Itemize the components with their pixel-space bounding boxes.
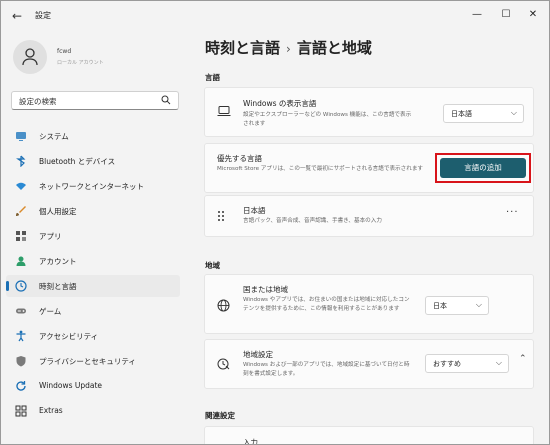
display-language-desc: 設定やエクスプローラーなどの Windows 機能は、この言語で表示されます bbox=[243, 112, 412, 127]
country-region-desc: Windows やアプリでは、お住まいの国または地域に対応したコンテンツを提供す… bbox=[243, 297, 410, 312]
shield-icon bbox=[16, 356, 26, 367]
country-region-value: 日本 bbox=[433, 302, 447, 310]
display-language-select[interactable]: 日本語 ⌵ bbox=[443, 104, 524, 123]
sidebar-item-label: Windows Update bbox=[39, 381, 103, 390]
related-input-card[interactable]: 入力 bbox=[204, 426, 534, 445]
settings-window: ← 設定 — ☐ ✕ fcwd ローカル アカウント 設定の検索 システム Bl… bbox=[0, 0, 550, 445]
chevron-down-icon: ⌵ bbox=[495, 358, 502, 367]
sidebar-item-label: 時刻と言語 bbox=[39, 282, 77, 291]
brush-icon bbox=[16, 206, 26, 216]
sidebar-item-label: アプリ bbox=[39, 232, 62, 241]
search-input[interactable]: 設定の検索 bbox=[11, 91, 179, 110]
installed-language-desc: 言語パック、音声合成、音声認識、手書き、基本の入力 bbox=[243, 218, 382, 224]
sidebar-item-accounts[interactable]: アカウント bbox=[6, 250, 180, 272]
display-language-card: Windows の表示言語 設定やエクスプローラーなどの Windows 機能は… bbox=[204, 87, 534, 137]
sidebar-item-label: アカウント bbox=[39, 257, 77, 266]
breadcrumb-parent[interactable]: 時刻と言語 bbox=[205, 39, 280, 57]
accessibility-icon bbox=[16, 330, 26, 342]
clock-globe-icon bbox=[15, 280, 27, 292]
expand-chevron-icon[interactable]: ⌃ bbox=[519, 354, 527, 364]
gamepad-icon bbox=[16, 308, 26, 314]
sidebar-item-label: システム bbox=[39, 132, 69, 141]
user-name: fcwd bbox=[57, 48, 72, 55]
sidebar-item-network[interactable]: ネットワークとインターネット bbox=[6, 175, 180, 197]
section-title-related: 関連設定 bbox=[205, 411, 235, 420]
close-button[interactable]: ✕ bbox=[522, 5, 544, 25]
drag-handle-icon[interactable] bbox=[217, 210, 225, 222]
country-region-card: 国または地域 Windows やアプリでは、お住まいの国または地域に対応したコン… bbox=[204, 274, 534, 334]
monitor-icon bbox=[16, 132, 26, 141]
maximize-button[interactable]: ☐ bbox=[495, 5, 517, 25]
avatar[interactable] bbox=[13, 40, 47, 74]
installed-language-title: 日本語 bbox=[243, 206, 266, 215]
active-indicator bbox=[6, 281, 9, 291]
sidebar-item-system[interactable]: システム bbox=[6, 125, 180, 147]
laptop-icon bbox=[217, 106, 231, 116]
minimize-button[interactable]: — bbox=[466, 5, 488, 25]
regional-format-desc: Windows および一部のアプリでは、地域設定に基づいて日付と時刻を書式設定し… bbox=[243, 362, 410, 377]
search-icon bbox=[161, 95, 171, 105]
extras-icon bbox=[15, 405, 27, 417]
sidebar-item-extras[interactable]: Extras bbox=[6, 400, 180, 422]
globe-icon bbox=[217, 299, 230, 312]
preferred-language-title: 優先する言語 bbox=[217, 154, 262, 163]
wifi-icon bbox=[16, 182, 26, 190]
section-title-region: 地域 bbox=[205, 261, 220, 270]
regional-format-card[interactable]: 地域設定 Windows および一部のアプリでは、地域設定に基づいて日付と時刻を… bbox=[204, 339, 534, 389]
country-region-title: 国または地域 bbox=[243, 285, 288, 294]
display-language-value: 日本語 bbox=[451, 110, 472, 118]
chevron-down-icon: ⌵ bbox=[475, 300, 482, 309]
sidebar-item-label: Bluetooth とデバイス bbox=[39, 157, 116, 166]
country-region-select[interactable]: 日本 ⌵ bbox=[425, 296, 489, 315]
sidebar-item-personalization[interactable]: 個人用設定 bbox=[6, 200, 180, 222]
bluetooth-icon bbox=[16, 155, 26, 167]
related-input-title: 入力 bbox=[243, 438, 258, 445]
add-language-button[interactable]: 言語の追加 bbox=[440, 158, 526, 178]
regional-format-select[interactable]: おすすめ ⌵ bbox=[425, 354, 509, 373]
breadcrumb-separator: › bbox=[286, 42, 291, 56]
person-icon bbox=[22, 48, 38, 66]
window-title: 設定 bbox=[35, 11, 51, 20]
sidebar-item-gaming[interactable]: ゲーム bbox=[6, 300, 180, 322]
title-bar: ← 設定 — ☐ ✕ bbox=[1, 1, 549, 31]
add-language-highlight: 言語の追加 bbox=[435, 153, 531, 183]
sidebar-item-label: アクセシビリティ bbox=[39, 332, 99, 341]
user-account-type: ローカル アカウント bbox=[57, 60, 104, 66]
sidebar-item-label: ゲーム bbox=[39, 307, 62, 316]
regional-format-value: おすすめ bbox=[433, 360, 461, 368]
preferred-language-desc: Microsoft Store アプリは、この一覧で最初にサポートされる言語で表… bbox=[217, 166, 424, 172]
sidebar-item-privacy[interactable]: プライバシーとセキュリティ bbox=[6, 350, 180, 372]
sidebar-item-label: Extras bbox=[39, 406, 63, 415]
more-options-icon[interactable]: ··· bbox=[506, 207, 519, 218]
apps-icon bbox=[16, 231, 26, 241]
sidebar-item-accessibility[interactable]: アクセシビリティ bbox=[6, 325, 180, 347]
page-title: 言語と地域 bbox=[296, 39, 372, 57]
calendar-globe-icon bbox=[217, 358, 230, 370]
sidebar-item-time-language[interactable]: 時刻と言語 bbox=[6, 275, 180, 297]
sidebar-item-label: 個人用設定 bbox=[39, 207, 77, 216]
update-icon bbox=[16, 381, 26, 391]
regional-format-title: 地域設定 bbox=[243, 350, 273, 359]
breadcrumb: 時刻と言語 › 言語と地域 bbox=[205, 37, 372, 58]
sidebar-item-apps[interactable]: アプリ bbox=[6, 225, 180, 247]
back-arrow-icon[interactable]: ← bbox=[9, 8, 25, 24]
display-language-title: Windows の表示言語 bbox=[243, 99, 317, 108]
sidebar-item-label: プライバシーとセキュリティ bbox=[39, 357, 136, 366]
sidebar-item-windows-update[interactable]: Windows Update bbox=[6, 375, 180, 397]
section-title-language: 言語 bbox=[205, 73, 220, 82]
installed-language-card[interactable]: 日本語 言語パック、音声合成、音声認識、手書き、基本の入力 bbox=[204, 195, 534, 237]
sidebar-item-label: ネットワークとインターネット bbox=[39, 182, 144, 191]
person-icon bbox=[16, 256, 26, 266]
sidebar-item-bluetooth[interactable]: Bluetooth とデバイス bbox=[6, 150, 180, 172]
search-placeholder: 設定の検索 bbox=[19, 97, 57, 106]
chevron-down-icon: ⌵ bbox=[510, 108, 517, 117]
